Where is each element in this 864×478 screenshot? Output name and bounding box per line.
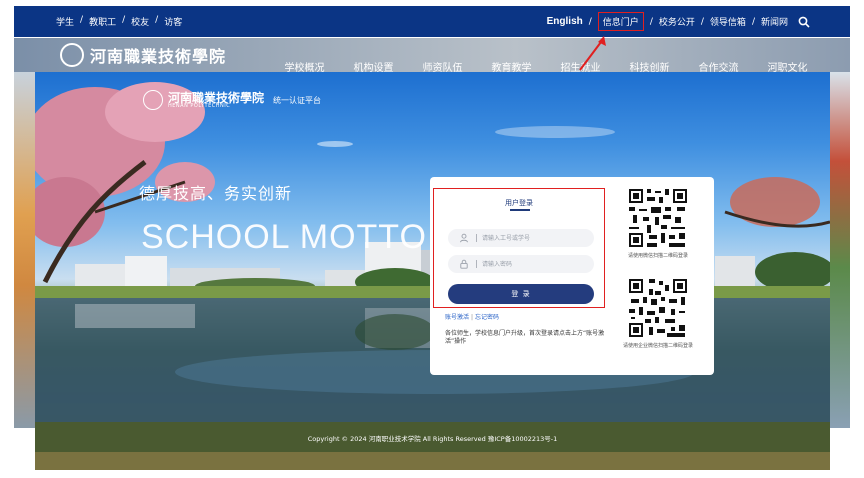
separator: / [700, 16, 704, 27]
activate-account-link[interactable]: 账号激活 [445, 314, 469, 321]
utility-links: English / 信息门户 / 校务公开 / 领导信箱 / 新闻网 [547, 12, 810, 31]
motto-chinese: 德厚技高、务实创新 [139, 184, 293, 203]
platform-name: 统一认证平台 [273, 95, 322, 105]
password-input[interactable] [482, 257, 586, 271]
pointer-arrow-icon [579, 36, 606, 71]
field-divider [476, 234, 477, 242]
search-icon[interactable] [798, 16, 810, 28]
separator: / [649, 16, 653, 27]
copyright-footer: Copyright © 2024 河南职业技术学院 All Rights Res… [307, 435, 558, 443]
link-visitors[interactable]: 访客 [164, 15, 182, 28]
upgrade-notice: 各位师生，学校信息门户升级，首次登录请点击上方“账号激活”操作 [445, 330, 605, 346]
platform-logo-en: HENAN POLYTECHNIC [168, 102, 231, 109]
site-top-bar: 学生 / 教职工 / 校友 / 访客 English / 信息门户 / 校务公开… [14, 6, 850, 37]
background-photo-left [14, 72, 36, 428]
link-info-portal[interactable]: 信息门户 [597, 12, 644, 31]
audience-links: 学生 / 教职工 / 校友 / 访客 [56, 15, 182, 28]
login-title-underline [510, 209, 530, 211]
username-field [448, 229, 594, 247]
separator: / [80, 15, 84, 25]
username-input[interactable] [482, 231, 586, 245]
wework-qr-block: 请使用企业微信扫描二维码登录 [612, 277, 704, 349]
wework-qr-caption: 请使用企业微信扫描二维码登录 [622, 343, 693, 349]
account-links: 账号激活 | 忘记密码 [445, 312, 499, 321]
auth-platform-window: 河南職業技術學院 HENAN POLYTECHNIC 统一认证平台 德厚技高、务… [35, 72, 830, 470]
link-staff[interactable]: 教职工 [89, 15, 116, 28]
wechat-qr-block: 请使用微信扫描二维码登录 [612, 187, 704, 259]
lock-icon [460, 259, 468, 269]
wework-qr-code-icon[interactable] [627, 277, 689, 339]
motto-english: SCHOOL MOTTO [141, 218, 427, 256]
password-field [448, 255, 594, 273]
forgot-password-link[interactable]: 忘记密码 [475, 314, 499, 321]
link-affairs-public[interactable]: 校务公开 [659, 15, 695, 28]
platform-logo[interactable]: 河南職業技術學院 HENAN POLYTECHNIC 统一认证平台 [143, 90, 321, 110]
background-photo-right [830, 72, 850, 428]
login-form: 用户登录 登 录 [433, 188, 605, 308]
wechat-qr-caption: 请使用微信扫描二维码登录 [627, 253, 688, 259]
link-news[interactable]: 新闻网 [761, 15, 788, 28]
link-students[interactable]: 学生 [56, 15, 74, 28]
school-emblem-icon [60, 43, 84, 67]
login-title: 用户登录 [505, 199, 533, 207]
separator: / [122, 15, 126, 25]
link-english[interactable]: English [547, 16, 583, 27]
site-logo[interactable]: 河南職業技術學院 [60, 43, 226, 67]
separator: / [751, 16, 755, 27]
link-leader-mailbox[interactable]: 领导信箱 [710, 15, 746, 28]
separator: / [588, 16, 592, 27]
login-button[interactable]: 登 录 [448, 284, 594, 304]
site-name: 河南職業技術學院 [90, 47, 227, 66]
wechat-qr-code-icon[interactable] [627, 187, 689, 249]
link-separator: | [471, 314, 474, 321]
link-alumni[interactable]: 校友 [131, 15, 149, 28]
field-divider [476, 260, 477, 268]
separator: / [155, 15, 159, 25]
site-header: 河南職業技術學院 学校概况 机构设置 师资队伍 教育教学 招生就业 科技创新 合… [14, 38, 850, 74]
user-icon [460, 233, 468, 243]
school-emblem-icon [143, 90, 163, 110]
login-card: 用户登录 登 录 账号激活|忘记密码 [430, 177, 714, 375]
platform-logo-cn: 河南職業技術學院 [168, 90, 265, 105]
